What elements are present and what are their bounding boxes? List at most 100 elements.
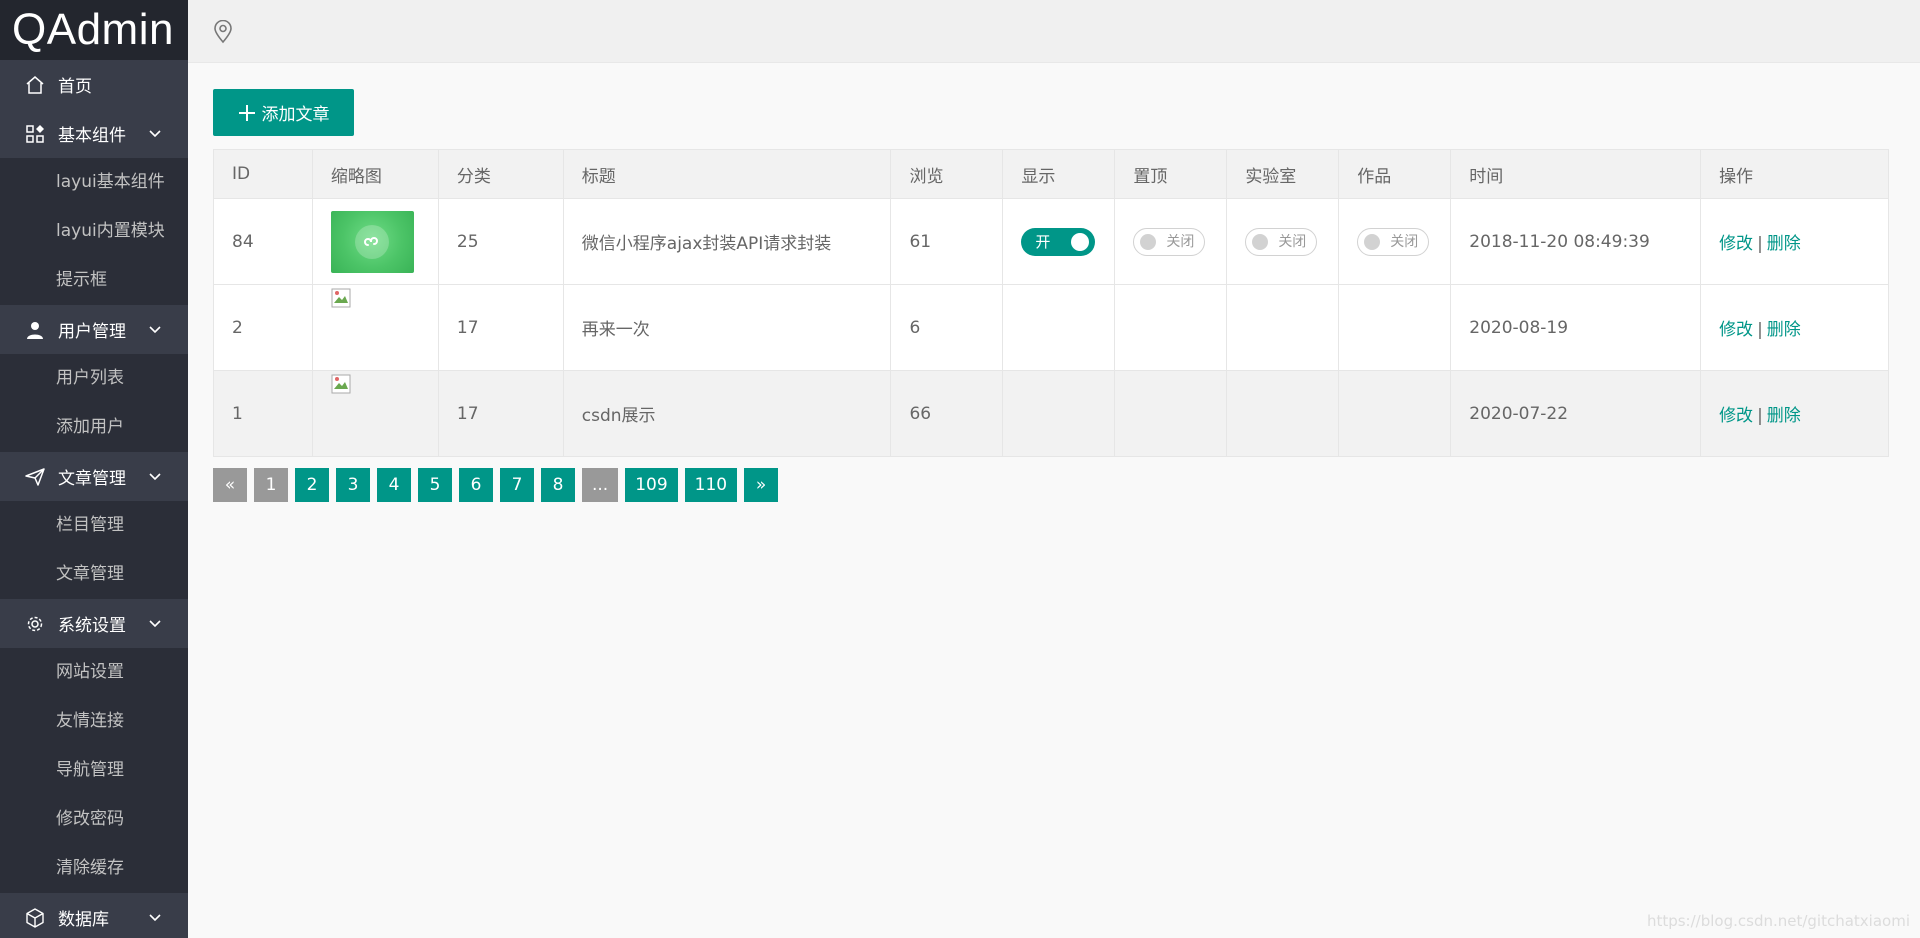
cell-title: 再来一次 <box>562 284 892 371</box>
top-bar <box>188 0 1920 63</box>
lab-toggle[interactable]: 关闭 <box>1245 227 1318 256</box>
sidebar-item-home[interactable]: 首页 <box>0 60 188 109</box>
action-separator: | <box>1757 406 1763 426</box>
edit-link[interactable]: 修改 <box>1719 234 1753 254</box>
sidebar-submenu-settings: 网站设置 友情连接 导航管理 修改密码 清除缓存 <box>0 648 188 893</box>
edit-link[interactable]: 修改 <box>1719 406 1753 426</box>
table-row: 84 25 微信小程序ajax封装API请求封装 61 开 关闭 关闭 关闭 2… <box>213 198 1889 285</box>
col-header-title: 标题 <box>562 149 892 199</box>
sidebar-item-user-list[interactable]: 用户列表 <box>0 354 188 403</box>
sidebar-group-users[interactable]: 用户管理 <box>0 305 188 354</box>
sidebar-item-clear-cache[interactable]: 清除缓存 <box>0 844 188 893</box>
sidebar-item-label: 文章管理 <box>58 469 126 489</box>
cell-works: 关闭 <box>1338 198 1452 285</box>
watermark: https://blog.csdn.net/gitchatxiaomi <box>1646 912 1910 930</box>
col-header-top: 置顶 <box>1114 149 1228 199</box>
sidebar-item-label: 用户管理 <box>58 322 126 342</box>
pager-page[interactable]: 2 <box>295 468 329 502</box>
sidebar-group-components[interactable]: 基本组件 <box>0 109 188 158</box>
pager-page[interactable]: 3 <box>336 468 370 502</box>
cell-top <box>1114 370 1228 457</box>
pager-page[interactable]: 4 <box>377 468 411 502</box>
cell-title: csdn展示 <box>562 370 892 457</box>
pager-next[interactable]: » <box>744 468 779 502</box>
sidebar: QAdmin 首页 基本组件 layui基本组件 layui内置模块 提示框 用… <box>0 0 188 938</box>
sidebar-submenu-users: 用户列表 添加用户 <box>0 354 188 452</box>
show-toggle[interactable]: 开 <box>1021 227 1096 256</box>
cell-time: 2020-08-19 <box>1450 284 1702 371</box>
chevron-down-icon <box>149 472 161 480</box>
cell-views: 61 <box>890 198 1004 285</box>
cell-time: 2020-07-22 <box>1450 370 1702 457</box>
col-header-category: 分类 <box>437 149 564 199</box>
pager-page[interactable]: 7 <box>500 468 534 502</box>
pager-page[interactable]: 110 <box>684 468 738 502</box>
app-logo: QAdmin <box>0 0 188 60</box>
top-toggle[interactable]: 关闭 <box>1133 227 1206 256</box>
sidebar-item-tooltip[interactable]: 提示框 <box>0 256 188 305</box>
home-icon <box>24 74 46 96</box>
table-row: 1 17 csdn展示 66 2020-07-22 修改 | 删除 <box>213 370 1889 457</box>
pager-ellipsis: ... <box>582 468 619 502</box>
sidebar-item-site-settings[interactable]: 网站设置 <box>0 648 188 697</box>
sidebar-group-articles[interactable]: 文章管理 <box>0 452 188 501</box>
action-separator: | <box>1757 234 1763 254</box>
col-header-thumbnail: 缩略图 <box>311 149 439 199</box>
table-header-row: ID 缩略图 分类 标题 浏览 显示 置顶 实验室 作品 时间 操作 <box>213 149 1889 199</box>
cell-actions: 修改 | 删除 <box>1700 198 1889 285</box>
sidebar-item-label: 基本组件 <box>58 126 126 146</box>
pager-prev[interactable]: « <box>213 468 247 502</box>
main-content: 添加文章 ID 缩略图 分类 标题 浏览 显示 置顶 实验室 作品 时间 操作 … <box>188 63 1920 938</box>
cell-category: 25 <box>437 198 564 285</box>
pager-page[interactable]: 8 <box>541 468 575 502</box>
sidebar-item-columns[interactable]: 栏目管理 <box>0 501 188 550</box>
cell-thumbnail <box>311 198 439 285</box>
cell-show <box>1002 370 1116 457</box>
cube-icon <box>24 907 46 929</box>
table-row: 2 17 再来一次 6 2020-08-19 修改 | 删除 <box>213 284 1889 371</box>
sidebar-item-layui-modules[interactable]: layui内置模块 <box>0 207 188 256</box>
delete-link[interactable]: 删除 <box>1767 406 1801 426</box>
sidebar-item-nav-manage[interactable]: 导航管理 <box>0 746 188 795</box>
cell-title: 微信小程序ajax封装API请求封装 <box>562 198 892 285</box>
col-header-works: 作品 <box>1338 149 1452 199</box>
sidebar-item-layui-basic[interactable]: layui基本组件 <box>0 158 188 207</box>
mini-program-icon <box>355 224 390 259</box>
sidebar-item-label: 数据库 <box>58 910 109 930</box>
cell-category: 17 <box>437 284 564 371</box>
cell-id: 2 <box>213 284 313 371</box>
chevron-down-icon <box>149 129 161 137</box>
components-icon <box>24 123 46 145</box>
sidebar-group-database[interactable]: 数据库 <box>0 893 188 938</box>
sidebar-item-add-user[interactable]: 添加用户 <box>0 403 188 452</box>
sidebar-item-friend-links[interactable]: 友情连接 <box>0 697 188 746</box>
add-article-label: 添加文章 <box>261 105 330 125</box>
col-header-views: 浏览 <box>890 149 1004 199</box>
sidebar-item-article-manage[interactable]: 文章管理 <box>0 550 188 599</box>
cell-top <box>1114 284 1228 371</box>
edit-link[interactable]: 修改 <box>1719 320 1753 340</box>
pager-page[interactable]: 109 <box>625 468 678 502</box>
delete-link[interactable]: 删除 <box>1767 234 1801 254</box>
cell-thumbnail <box>311 370 439 457</box>
sidebar-submenu-articles: 栏目管理 文章管理 <box>0 501 188 599</box>
cell-lab <box>1226 370 1340 457</box>
chevron-down-icon <box>149 913 161 921</box>
sidebar-submenu-components: layui基本组件 layui内置模块 提示框 <box>0 158 188 305</box>
sidebar-group-settings[interactable]: 系统设置 <box>0 599 188 648</box>
cell-thumbnail <box>311 284 439 371</box>
works-toggle[interactable]: 关闭 <box>1357 227 1430 256</box>
add-article-button[interactable]: 添加文章 <box>213 89 354 136</box>
sidebar-item-change-password[interactable]: 修改密码 <box>0 795 188 844</box>
location-pin-icon[interactable] <box>212 20 234 44</box>
broken-image-icon <box>331 288 351 307</box>
user-icon <box>24 319 46 341</box>
gear-icon <box>24 613 46 635</box>
cell-works <box>1338 284 1452 371</box>
pager-page-current[interactable]: 1 <box>254 468 288 502</box>
pager-page[interactable]: 5 <box>418 468 452 502</box>
cell-lab <box>1226 284 1340 371</box>
chevron-down-icon <box>149 619 161 627</box>
pager-page[interactable]: 6 <box>459 468 493 502</box>
delete-link[interactable]: 删除 <box>1767 320 1801 340</box>
